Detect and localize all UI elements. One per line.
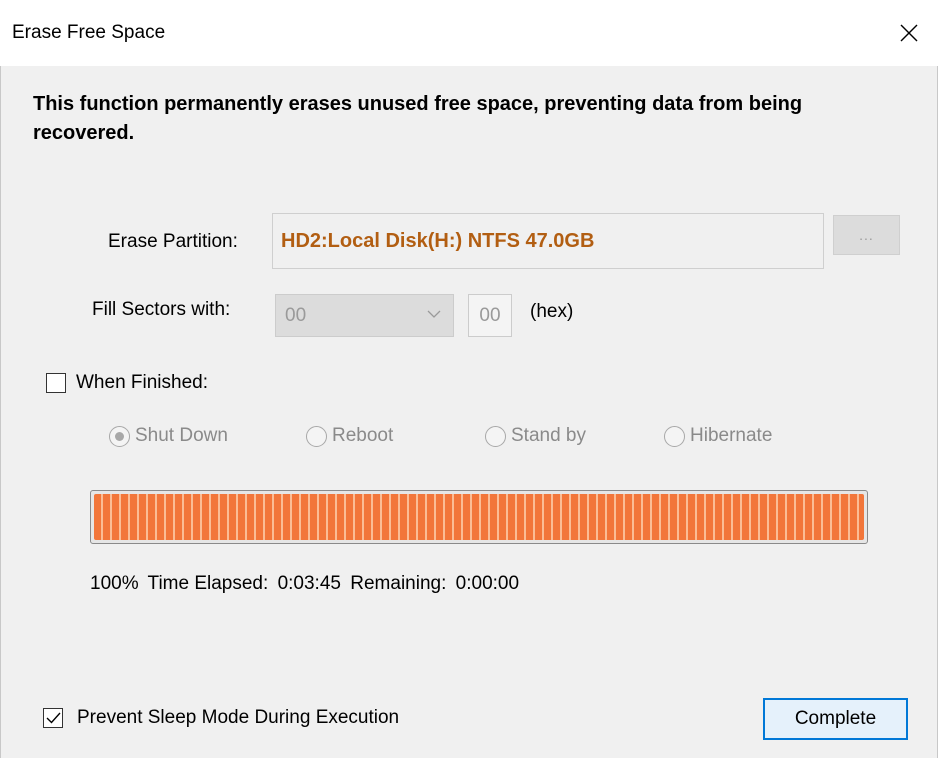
when-finished-label: When Finished: (76, 372, 209, 393)
elapsed-value: 0:03:45 (277, 573, 341, 594)
chevron-down-icon (427, 310, 441, 318)
hex-unit-label: (hex) (530, 301, 574, 322)
close-icon (900, 24, 918, 42)
radio-reboot[interactable]: Reboot (306, 425, 393, 447)
fill-sectors-label: Fill Sectors with: (92, 299, 231, 320)
remaining-value: 0:00:00 (455, 573, 520, 594)
complete-button[interactable]: Complete (763, 698, 908, 740)
checkmark-icon (46, 712, 61, 724)
hex-value: 00 (479, 304, 501, 326)
complete-button-label: Complete (794, 708, 877, 729)
dialog-body: This function permanently erases unused … (0, 66, 938, 758)
partition-field: HD2:Local Disk(H:) NTFS 47.0GB (272, 213, 824, 269)
radio-button (306, 425, 327, 447)
hex-value-field[interactable]: 00 (468, 294, 512, 337)
window-title: Erase Free Space (12, 22, 166, 43)
progress-fill (94, 494, 864, 540)
description-text: This function permanently erases unused … (33, 93, 803, 144)
title-bar: Erase Free Space (0, 0, 938, 66)
when-finished-checkbox[interactable] (46, 373, 66, 393)
radio-shut-down[interactable]: Shut Down (109, 425, 228, 447)
remaining-label: Remaining: (350, 573, 447, 594)
fill-select-value: 00 (285, 305, 307, 326)
browse-button-label: ... (859, 227, 874, 243)
close-button[interactable] (880, 0, 938, 66)
radio-label-reboot: Reboot (332, 425, 394, 446)
prevent-sleep-checkbox[interactable] (43, 708, 63, 728)
progress-bar (90, 490, 868, 544)
radio-stand-by[interactable]: Stand by (485, 425, 586, 447)
fill-sectors-select[interactable]: 00 (275, 294, 454, 337)
radio-hibernate[interactable]: Hibernate (664, 425, 772, 447)
radio-label-hibernate: Hibernate (690, 425, 773, 446)
browse-partition-button[interactable]: ... (833, 215, 900, 255)
radio-button (485, 425, 506, 447)
partition-value: HD2:Local Disk(H:) NTFS 47.0GB (281, 229, 595, 252)
radio-button (664, 425, 685, 447)
elapsed-label: Time Elapsed: (147, 573, 269, 594)
erase-partition-label: Erase Partition: (108, 231, 238, 252)
radio-label-stand-by: Stand by (511, 425, 586, 446)
prevent-sleep-label: Prevent Sleep Mode During Execution (77, 707, 400, 728)
radio-label-shut-down: Shut Down (135, 425, 228, 446)
status-line: 100% Time Elapsed: 0:03:45 Remaining: 0:… (90, 573, 523, 595)
progress-percent: 100% (90, 573, 139, 594)
radio-button-selected (109, 425, 130, 447)
